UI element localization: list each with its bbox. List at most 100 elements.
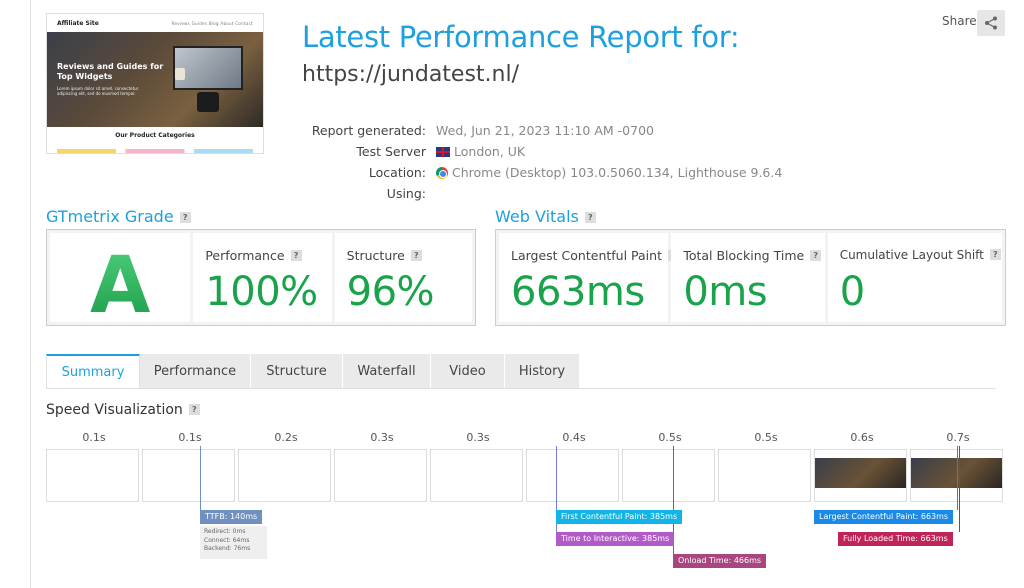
filmstrip-frame[interactable] (718, 449, 811, 502)
using-row: Chrome (Desktop) 103.0.5060.134, Lightho… (436, 162, 782, 183)
gtmetrix-grade-panel: A Performance? 100% Structure? 96% (46, 229, 476, 331)
tbt-help-icon[interactable]: ? (810, 250, 822, 261)
site-screenshot-thumbnail[interactable]: Affiliate Site Reviews Guides Blog About… (46, 13, 264, 154)
onload-marker[interactable]: Onload Time: 466ms (673, 554, 767, 568)
thumbnail-categories-heading: Our Product Categories (115, 132, 195, 139)
timeline-tick: 0.4s (562, 431, 586, 444)
thumbnail-nav-links: Reviews Guides Blog About Contact (171, 20, 253, 26)
performance-card: Performance? 100% (193, 233, 332, 322)
timeline-tick: 0.1s (178, 431, 202, 444)
structure-label: Structure (346, 248, 405, 263)
thumbnail-category-strip (57, 149, 253, 153)
tti-marker[interactable]: Time to Interactive: 385ms (556, 532, 675, 546)
lcp-label-row: Largest Contentful Paint? (511, 248, 679, 263)
mug-image (175, 68, 185, 80)
performance-help-icon[interactable]: ? (290, 250, 302, 261)
timeline-tick: 0.1s (82, 431, 106, 444)
location-row: London, UK (436, 141, 782, 162)
tab-history[interactable]: History (505, 354, 580, 389)
ttfb-backend: Backend: 76ms (204, 545, 251, 552)
using-value: Chrome (Desktop) 103.0.5060.134, Lightho… (452, 165, 783, 180)
lcp-value: 663ms (511, 269, 645, 315)
filmstrip-frame[interactable] (142, 449, 235, 502)
fully-loaded-line (959, 446, 960, 532)
thumbnail-site-name: Affiliate Site (57, 19, 99, 27)
tab-structure[interactable]: Structure (251, 354, 343, 389)
timeline-tick: 0.6s (850, 431, 874, 444)
ttfb-breakdown: Redirect: 0ms Connect: 64ms Backend: 76m… (200, 526, 267, 559)
generated-label: Report generated: (311, 123, 426, 138)
uk-flag-icon (436, 147, 450, 157)
lcp-label: Largest Contentful Paint (511, 248, 662, 263)
report-url[interactable]: https://jundatest.nl/ (302, 62, 519, 87)
ttfb-marker[interactable]: TTFB: 140ms (200, 510, 263, 524)
lcp-marker[interactable]: Largest Contentful Paint: 663ms (814, 510, 954, 524)
timeline-tick: 0.5s (754, 431, 778, 444)
tbt-card: Total Blocking Time? 0ms (671, 233, 825, 322)
ttfb-line (200, 446, 201, 510)
report-tabs: Summary Performance Structure Waterfall … (46, 354, 580, 389)
filmstrip-frame[interactable] (622, 449, 715, 502)
cls-value: 0 (839, 269, 865, 315)
structure-card: Structure? 96% (334, 233, 472, 322)
gtmetrix-help-icon[interactable]: ? (179, 212, 191, 223)
tab-video[interactable]: Video (431, 354, 505, 389)
location-value: London, UK (454, 144, 526, 159)
structure-help-icon[interactable]: ? (410, 250, 422, 261)
web-vitals-heading: Web Vitals? (495, 207, 596, 226)
filmstrip-frame[interactable] (46, 449, 139, 502)
cls-card: Cumulative Layout Shift? 0 (827, 233, 1002, 322)
gtmetrix-grade-title: GTmetrix Grade (46, 207, 174, 226)
fcp-marker[interactable]: First Contentful Paint: 385ms (556, 510, 683, 524)
cls-label-row: Cumulative Layout Shift? (840, 248, 1001, 262)
timeline-tick: 0.5s (658, 431, 682, 444)
camera-image (197, 92, 219, 112)
structure-label-row: Structure? (347, 248, 422, 263)
filmstrip-frame[interactable] (238, 449, 331, 502)
tab-summary[interactable]: Summary (46, 354, 140, 389)
timeline-tick: 0.2s (274, 431, 298, 444)
performance-label-row: Performance? (205, 248, 302, 263)
performance-label: Performance (205, 248, 285, 263)
fully-loaded-marker[interactable]: Fully Loaded Time: 663ms (838, 532, 953, 546)
tab-performance[interactable]: Performance (140, 354, 251, 389)
ttfb-connect: Connect: 64ms (204, 536, 250, 544)
thumbnail-nav: Affiliate Site Reviews Guides Blog About… (47, 14, 263, 32)
page-title: Latest Performance Report for: (302, 20, 740, 54)
share-icon (985, 16, 997, 30)
timeline-tick: 0.7s (946, 431, 970, 444)
tbt-label: Total Blocking Time (683, 248, 805, 263)
filmstrip-frame[interactable] (526, 449, 619, 502)
web-vitals-help-icon[interactable]: ? (584, 212, 596, 223)
speed-visualization-help-icon[interactable]: ? (188, 404, 200, 415)
share-button[interactable] (977, 10, 1005, 36)
timeline-tick: 0.3s (370, 431, 394, 444)
ttfb-redirect: Redirect: 0ms (204, 528, 246, 535)
tab-waterfall[interactable]: Waterfall (343, 354, 431, 389)
chrome-icon (436, 167, 448, 179)
thumbnail-hero-title: Reviews and Guides for Top Widgets (57, 62, 164, 81)
tbt-label-row: Total Blocking Time? (683, 248, 822, 263)
location-label: Test Server Location: (356, 144, 426, 180)
filmstrip-frame[interactable] (334, 449, 427, 502)
grade-card: A (50, 233, 191, 331)
using-label: Using: (386, 186, 426, 201)
thumbnail-hero-text: Lorem ipsum dolor sit amet, consectetur … (57, 86, 139, 96)
lcp-card: Largest Contentful Paint? 663ms (499, 233, 679, 322)
cls-help-icon[interactable]: ? (989, 249, 1001, 260)
generated-value: Wed, Jun 21, 2023 11:10 AM -0700 (436, 123, 654, 138)
filmstrip-frame-rendered[interactable] (814, 449, 907, 502)
structure-value: 96% (346, 269, 435, 315)
report-meta-values: Wed, Jun 21, 2023 11:10 AM -0700 London,… (436, 120, 782, 183)
timeline-tick: 0.3s (466, 431, 490, 444)
tbt-value: 0ms (683, 269, 768, 315)
web-vitals-panel: Largest Contentful Paint? 663ms Total Bl… (495, 229, 1006, 326)
filmstrip-frame[interactable] (430, 449, 523, 502)
performance-value: 100% (205, 269, 318, 315)
gtmetrix-grade-heading: GTmetrix Grade? (46, 207, 191, 226)
speed-visualization-heading: Speed Visualization? (46, 402, 200, 418)
tabs-divider (46, 388, 996, 389)
grade-letter: A (50, 241, 190, 331)
lcp-line (957, 446, 958, 510)
cls-label: Cumulative Layout Shift (839, 248, 984, 262)
